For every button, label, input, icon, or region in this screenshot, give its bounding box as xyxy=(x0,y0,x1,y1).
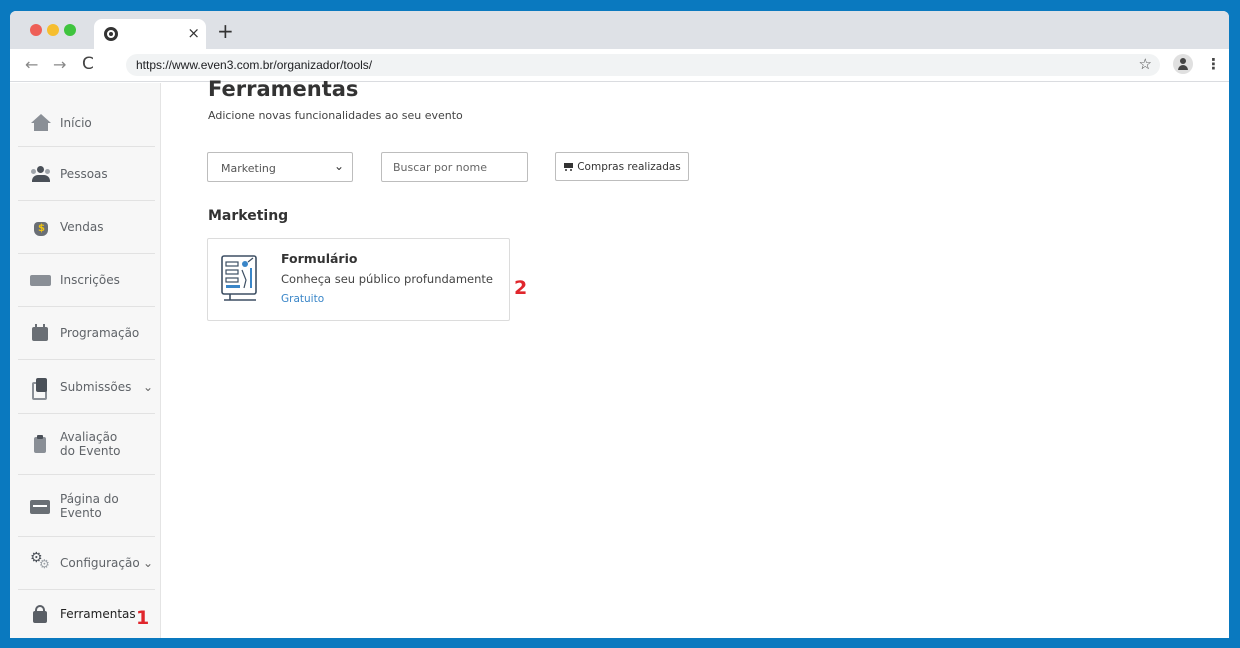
page-title: Ferramentas xyxy=(208,77,359,101)
site-favicon-icon xyxy=(104,27,118,41)
sidebar-item-label: Pessoas xyxy=(60,167,108,181)
search-input[interactable] xyxy=(381,152,528,182)
sidebar-item-pessoas[interactable]: Pessoas xyxy=(18,148,155,201)
forward-icon[interactable]: → xyxy=(53,55,66,74)
ticket-icon xyxy=(30,271,52,289)
sidebar: Início Pessoas Vendas Inscrições Program… xyxy=(10,83,161,638)
reload-icon[interactable]: C xyxy=(82,54,94,74)
close-window-button[interactable] xyxy=(30,24,42,36)
category-select[interactable]: Marketing ⌄ xyxy=(207,152,353,182)
money-bag-icon xyxy=(30,218,52,236)
bookmark-star-icon[interactable]: ☆ xyxy=(1139,55,1152,73)
sidebar-item-label: Vendas xyxy=(60,220,104,234)
card-title: Formulário xyxy=(281,251,358,266)
browser-tab[interactable]: × xyxy=(94,19,206,49)
sidebar-item-label: Submissões xyxy=(60,379,132,394)
address-bar[interactable]: https://www.even3.com.br/organizador/too… xyxy=(126,54,1160,76)
profile-avatar-icon[interactable] xyxy=(1173,54,1193,74)
tab-close-icon[interactable]: × xyxy=(187,24,200,42)
browser-menu-icon[interactable]: ⋮ xyxy=(1206,55,1221,73)
annotation-marker-2: 2 xyxy=(514,277,528,299)
sidebar-item-label: Página do Evento xyxy=(60,491,119,520)
sidebar-item-configuracao[interactable]: Configuração ⌄ xyxy=(18,537,155,590)
sidebar-item-inicio[interactable]: Início xyxy=(18,99,155,147)
sidebar-item-label: Avaliação do Evento xyxy=(60,430,121,458)
card-price[interactable]: Gratuito xyxy=(281,293,324,305)
sidebar-item-pagina-do-evento[interactable]: Página do Evento xyxy=(18,475,155,537)
chevron-down-icon[interactable]: ⌄ xyxy=(143,380,153,394)
people-icon xyxy=(30,165,52,183)
cart-icon xyxy=(563,162,574,172)
sidebar-item-ferramentas[interactable]: Ferramentas xyxy=(18,590,155,638)
tool-card-formulario[interactable]: Formulário Conheça seu público profundam… xyxy=(207,238,510,321)
sidebar-item-programacao[interactable]: Programação xyxy=(18,307,155,360)
url-text[interactable]: https://www.even3.com.br/organizador/too… xyxy=(136,58,372,72)
clipboard-icon xyxy=(30,435,52,453)
sidebar-item-submissoes[interactable]: Submissões ⌄ xyxy=(18,360,155,414)
sidebar-item-label: Programação xyxy=(60,326,140,340)
sidebar-item-avaliacao[interactable]: Avaliação do Evento xyxy=(18,414,155,475)
sidebar-item-vendas[interactable]: Vendas xyxy=(18,201,155,254)
page-icon xyxy=(30,497,52,515)
purchases-button-label: Compras realizadas xyxy=(577,160,681,173)
lock-icon xyxy=(30,605,52,623)
sidebar-item-label: Início xyxy=(60,115,92,130)
back-icon[interactable]: ← xyxy=(25,55,38,74)
card-description: Conheça seu público profundamente xyxy=(281,272,493,286)
sidebar-item-label: Ferramentas xyxy=(60,607,136,621)
category-select-value: Marketing xyxy=(221,162,276,175)
tab-strip: × + xyxy=(10,11,1229,49)
chevron-down-icon[interactable]: ⌄ xyxy=(143,556,153,570)
gears-icon xyxy=(30,550,52,572)
annotation-marker-1: 1 xyxy=(136,607,150,629)
sidebar-item-inscricoes[interactable]: Inscrições xyxy=(18,254,155,307)
documents-icon xyxy=(30,377,52,400)
calendar-icon xyxy=(30,324,52,342)
chevron-down-icon: ⌄ xyxy=(333,159,344,173)
home-icon xyxy=(30,113,52,132)
browser-toolbar: ← → C https://www.even3.com.br/organizad… xyxy=(10,49,1229,82)
form-icon xyxy=(221,255,257,301)
new-tab-button[interactable]: + xyxy=(217,19,234,43)
purchases-button[interactable]: Compras realizadas xyxy=(555,152,689,181)
sidebar-item-label: Inscrições xyxy=(60,273,120,287)
page-subtitle: Adicione novas funcionalidades ao seu ev… xyxy=(208,109,463,122)
sidebar-item-label: Configuração xyxy=(60,556,140,570)
section-title: Marketing xyxy=(208,208,289,224)
browser-window: × + ← → C https://www.even3.com.br/organ… xyxy=(10,11,1229,638)
minimize-window-button[interactable] xyxy=(47,24,59,36)
maximize-window-button[interactable] xyxy=(64,24,76,36)
